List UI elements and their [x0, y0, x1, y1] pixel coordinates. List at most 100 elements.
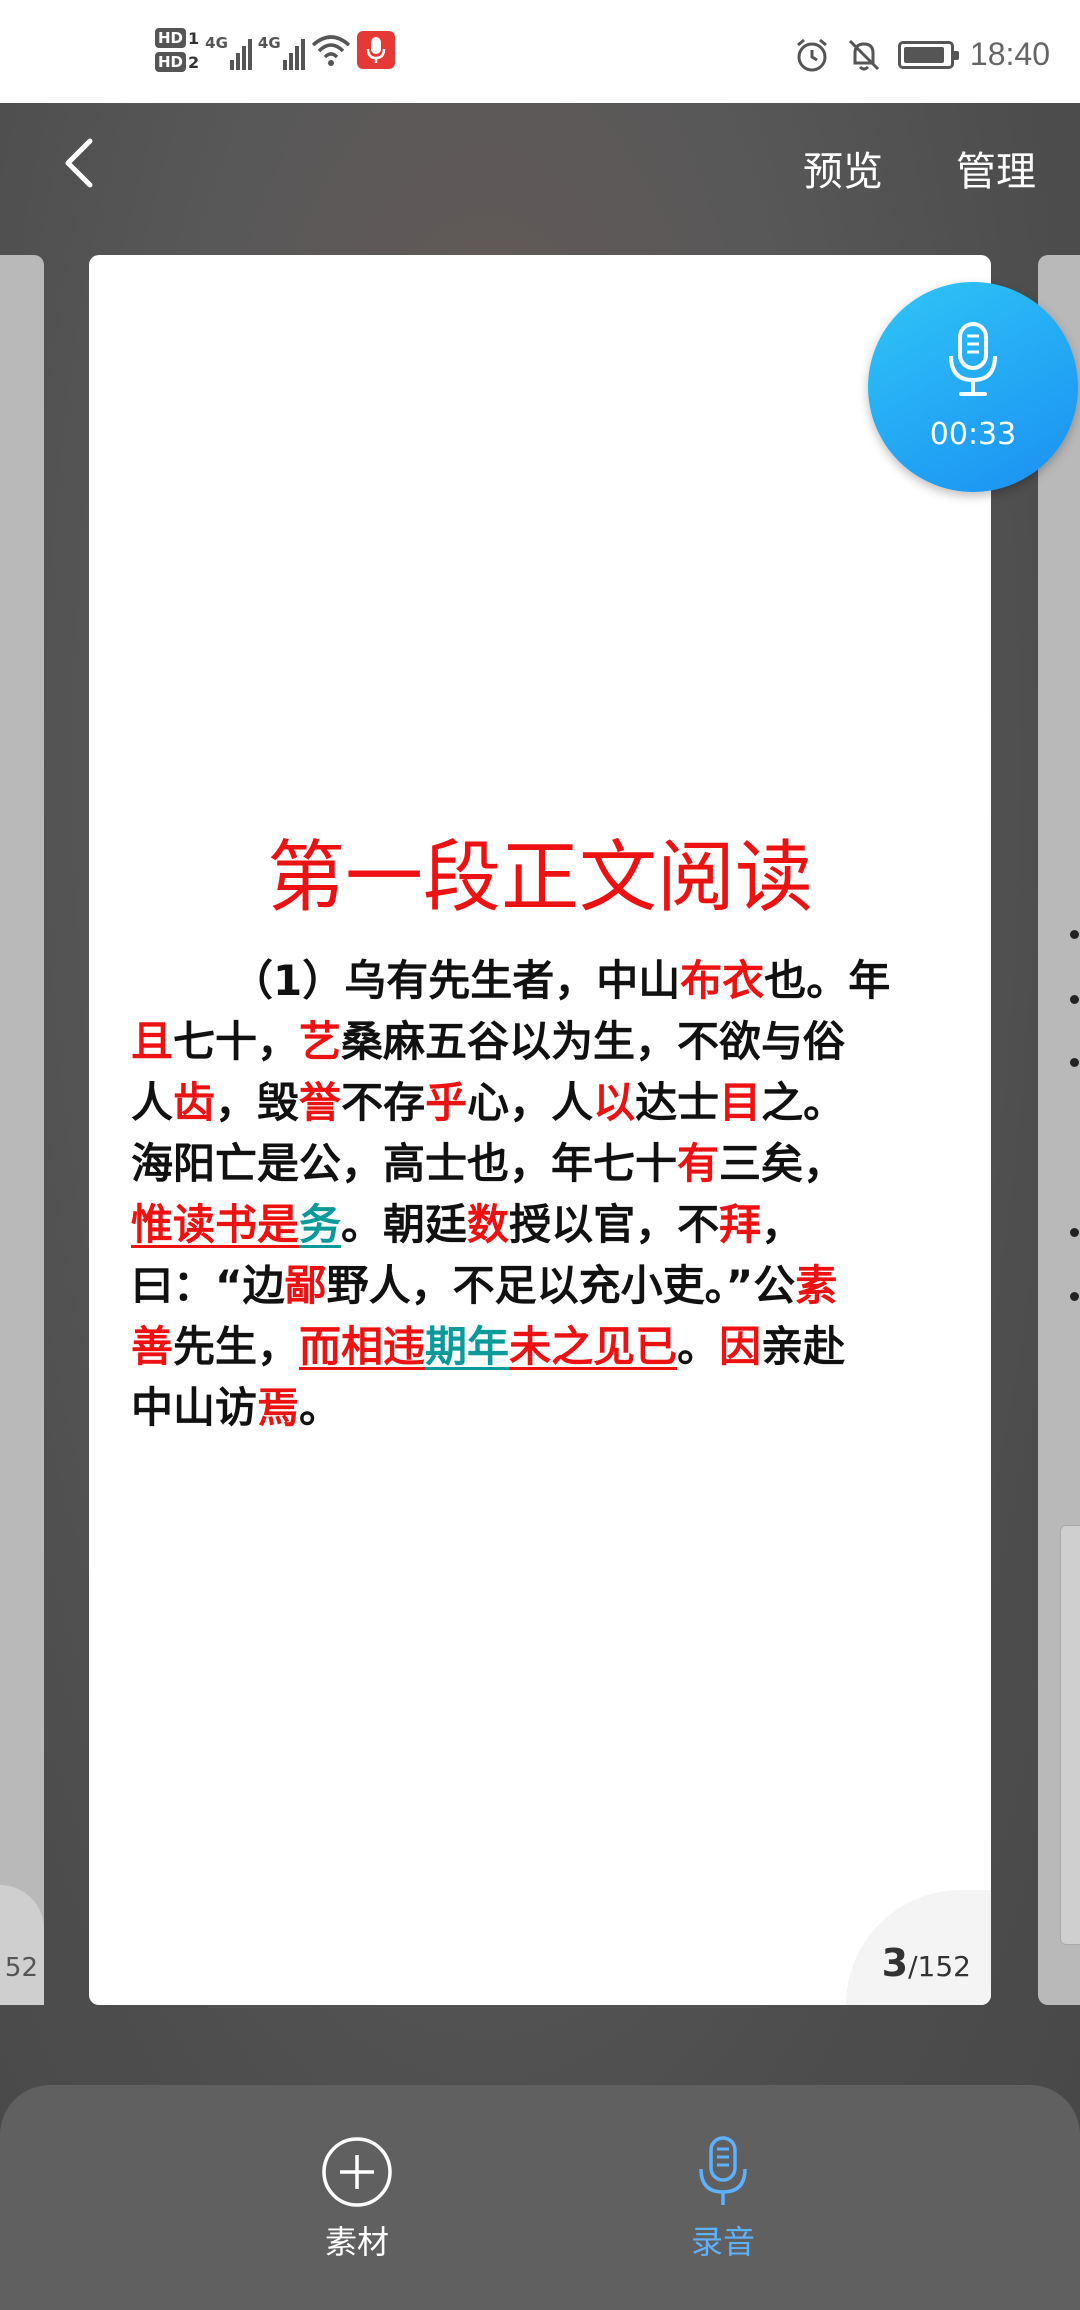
chevron-left-icon[interactable] [50, 133, 110, 193]
top-nav: 预览 管理 [0, 103, 1080, 223]
page-number: 3/152 [882, 1941, 971, 1985]
signal-bar [247, 39, 252, 70]
body-text: 三矣， [719, 1139, 846, 1188]
highlighted-text: 誉 [299, 1078, 342, 1127]
bullet-dot [1070, 930, 1079, 939]
text-line: 惟读书是务。朝廷数授以官，不拜， [131, 1194, 961, 1255]
body-text: ，毁 [215, 1078, 300, 1127]
preview-button[interactable]: 预览 [803, 139, 883, 197]
record-label: 录音 [690, 2223, 755, 2261]
hd-badge: HD [155, 52, 187, 72]
slide-card[interactable]: 第一段正文阅读 （1）乌有先生者，中山布衣也。年且七十，艺桑麻五谷以为生，不欲与… [89, 255, 991, 2005]
bullet-dot [1070, 995, 1079, 1004]
highlighted-text: 鄙 [284, 1261, 327, 1310]
bullet-dot [1070, 1058, 1079, 1067]
highlighted-text: 素 [795, 1261, 838, 1310]
signal-2-icon: 4G [258, 30, 305, 70]
battery-icon [897, 40, 959, 69]
highlighted-text: 乎 [425, 1078, 468, 1127]
signal-bar [235, 53, 240, 70]
text-line: 海阳亡是公，高士也，年七十有三矣， [131, 1133, 961, 1194]
materials-tab[interactable]: 素材 [277, 2135, 437, 2263]
page-indicator: 3/152 [846, 1890, 991, 2005]
status-right: 18:40 [794, 36, 1050, 73]
signal-bar [288, 53, 293, 70]
body-text: 七十， [173, 1017, 300, 1066]
wifi-icon [311, 35, 350, 66]
signal-bar [282, 60, 287, 70]
highlighted-text: 且 [131, 1017, 174, 1066]
status-bar: HD 1 HD 2 4G 4G 18:40 [0, 0, 1080, 103]
body-text: 先生， [173, 1322, 300, 1371]
placeholder-box [1060, 1525, 1080, 1945]
highlighted-text: 以 [593, 1078, 636, 1127]
body-text: 。 [299, 1383, 342, 1432]
plus-circle-icon [322, 2137, 392, 2207]
text-line: 人齿，毁誉不存乎心，人以达士目之。 [131, 1072, 961, 1133]
highlighted-text: 期年 [425, 1322, 510, 1371]
highlighted-text: 焉 [257, 1383, 300, 1432]
sim1-indicator: HD 1 [155, 28, 199, 48]
signal-1-icon: 4G [205, 30, 252, 70]
body-text: 也。年 [764, 956, 891, 1005]
mute-bell-icon [848, 39, 879, 70]
body-text: 人 [131, 1078, 174, 1127]
body-text: 亲赴 [761, 1322, 846, 1371]
previous-page-card[interactable]: 52 [0, 255, 44, 2005]
highlighted-text: 拜 [719, 1200, 762, 1249]
sim2-indicator: HD 2 [155, 52, 199, 72]
body-text: 桑麻五谷以为生，不欲与俗 [341, 1017, 846, 1066]
microphone-icon [699, 2136, 747, 2205]
highlighted-text: 数 [467, 1200, 510, 1249]
body-text: 达士 [635, 1078, 720, 1127]
body-text: 。朝廷 [341, 1200, 468, 1249]
bullet-dot [1070, 1292, 1079, 1301]
body-text: 之。 [761, 1078, 846, 1127]
next-page-card[interactable] [1038, 255, 1080, 2005]
bullet-dot [1070, 1228, 1079, 1237]
body-text: 曰：“边 [131, 1261, 285, 1310]
body-text: 。 [677, 1322, 720, 1371]
slide-body-text: （1）乌有先生者，中山布衣也。年且七十，艺桑麻五谷以为生，不欲与俗人齿，毁誉不存… [131, 950, 961, 1438]
highlighted-text: 因 [719, 1322, 762, 1371]
highlighted-text: 善 [131, 1322, 174, 1371]
microphone-icon [949, 322, 997, 396]
body-text: 不存 [341, 1078, 426, 1127]
highlighted-text: 有 [677, 1139, 720, 1188]
body-text: 中山访 [131, 1383, 258, 1432]
body-text: （1）乌有先生者，中山 [231, 956, 681, 1005]
materials-label: 素材 [324, 2223, 389, 2261]
highlighted-text: 惟读书是 [131, 1200, 300, 1249]
network-type: 4G [205, 34, 228, 52]
clock: 18:40 [969, 36, 1050, 72]
hd-badge: HD [155, 28, 187, 48]
manage-button[interactable]: 管理 [956, 139, 1036, 197]
text-line: 且七十，艺桑麻五谷以为生，不欲与俗 [131, 1011, 961, 1072]
signal-bar [294, 46, 299, 70]
battery-level [903, 46, 944, 63]
recording-timer: 00:33 [929, 417, 1017, 452]
slide-title: 第一段正文阅读 [266, 833, 813, 923]
signal-bar [241, 46, 246, 70]
body-text: 野人，不足以充小吏。”公 [326, 1261, 796, 1310]
bottom-toolbar: 素材 录音 [0, 2085, 1080, 2310]
current-page: 3 [881, 1941, 909, 1985]
record-tab[interactable]: 录音 [643, 2135, 803, 2263]
recording-indicator-icon [356, 31, 395, 69]
sim-number: 1 [188, 28, 200, 48]
highlighted-text: 齿 [173, 1078, 216, 1127]
network-type: 4G [257, 34, 281, 52]
status-left: HD 1 HD 2 4G 4G [155, 28, 395, 72]
signal-bar [300, 39, 305, 70]
sim-indicators: HD 1 HD 2 [155, 28, 199, 72]
text-line: 曰：“边鄙野人，不足以充小吏。”公素 [131, 1255, 961, 1316]
highlighted-text: 布衣 [680, 956, 765, 1005]
previous-page-number: 52 [4, 1953, 38, 1983]
recording-button[interactable]: 00:33 [868, 282, 1078, 492]
alarm-icon [796, 38, 827, 71]
highlighted-text: 目 [719, 1078, 762, 1127]
signal-bar [229, 60, 234, 70]
body-text: 授以官，不 [509, 1200, 720, 1249]
body-text: ， [761, 1200, 804, 1249]
page-corner: 52 [0, 1885, 44, 2005]
